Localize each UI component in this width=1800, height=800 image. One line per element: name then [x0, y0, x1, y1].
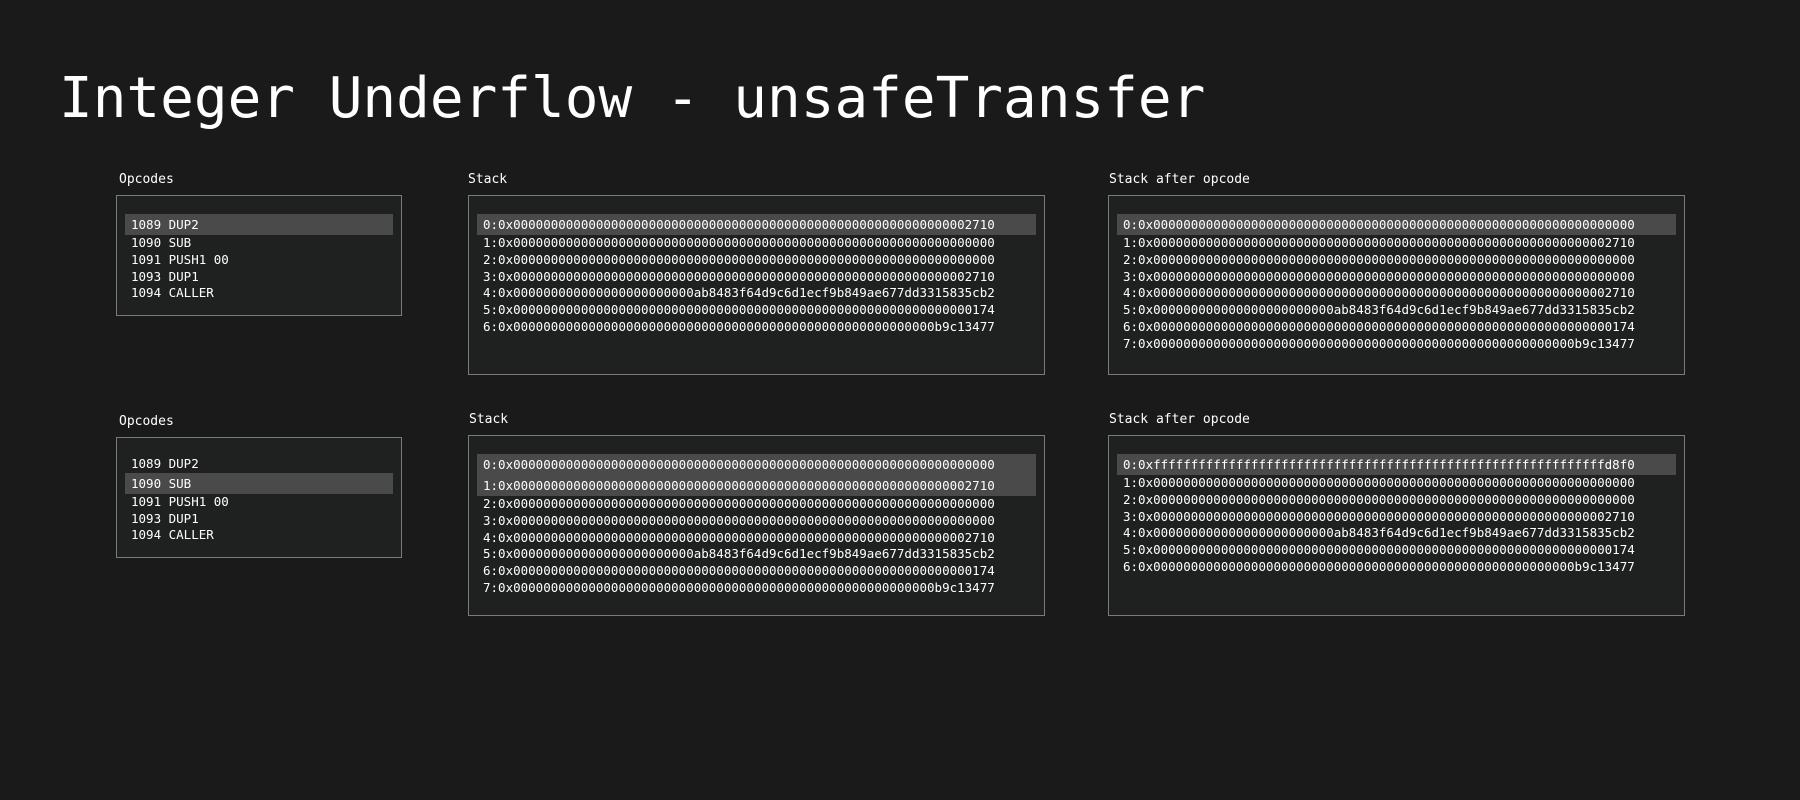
stack-after-panel[interactable]: 0:0x000000000000000000000000000000000000… — [1108, 195, 1685, 375]
stack-item[interactable]: 5:0x000000000000000000000000ab8483f64d9c… — [1117, 302, 1676, 319]
stack-panel[interactable]: 0:0x000000000000000000000000000000000000… — [468, 435, 1045, 616]
opcode-item[interactable]: 1090 SUB — [125, 472, 393, 494]
stack-item[interactable]: 2:0x000000000000000000000000000000000000… — [477, 496, 1036, 513]
opcode-item[interactable]: 1094 CALLER — [125, 285, 393, 302]
opcode-list: 1089 DUP2 1090 SUB 1091 PUSH1 00 1093 DUP1 1… — [125, 214, 393, 302]
stack-item[interactable]: 7:0x000000000000000000000000000000000000… — [477, 580, 1036, 597]
stack-item[interactable]: 3:0x000000000000000000000000000000000000… — [1117, 269, 1676, 286]
opcode-item[interactable]: 1093 DUP1 — [125, 269, 393, 286]
stack-item[interactable]: 2:0x000000000000000000000000000000000000… — [1117, 492, 1676, 509]
stack-list: 0:0x000000000000000000000000000000000000… — [477, 214, 1036, 336]
stack-item[interactable]: 7:0x000000000000000000000000000000000000… — [1117, 336, 1676, 353]
stack-item[interactable]: 6:0x000000000000000000000000000000000000… — [1117, 559, 1676, 576]
opcodes-panel[interactable]: 1089 DUP2 1090 SUB 1091 PUSH1 00 1093 DUP1 1… — [116, 437, 402, 558]
stack-item[interactable]: 0:0x000000000000000000000000000000000000… — [477, 454, 1036, 475]
stack-item[interactable]: 2:0x000000000000000000000000000000000000… — [1117, 252, 1676, 269]
stack-item[interactable]: 0:0xffffffffffffffffffffffffffffffffffff… — [1117, 454, 1676, 475]
stack-item[interactable]: 4:0x000000000000000000000000000000000000… — [477, 530, 1036, 547]
opcode-item[interactable]: 1091 PUSH1 00 — [125, 494, 393, 511]
stack-item[interactable]: 5:0x000000000000000000000000000000000000… — [1117, 542, 1676, 559]
stack-label: Stack — [468, 172, 508, 187]
opcodes-panel[interactable]: 1089 DUP2 1090 SUB 1091 PUSH1 00 1093 DUP1 1… — [116, 195, 402, 316]
stack-item[interactable]: 4:0x000000000000000000000000000000000000… — [1117, 285, 1676, 302]
opcode-item[interactable]: 1091 PUSH1 00 — [125, 252, 393, 269]
stack-item[interactable]: 4:0x000000000000000000000000ab8483f64d9c… — [477, 285, 1036, 302]
stack-item[interactable]: 2:0x000000000000000000000000000000000000… — [477, 252, 1036, 269]
stack-item[interactable]: 1:0x000000000000000000000000000000000000… — [1117, 475, 1676, 492]
stack-item[interactable]: 3:0x000000000000000000000000000000000000… — [477, 513, 1036, 530]
stack-list: 0:0x000000000000000000000000000000000000… — [477, 454, 1036, 597]
stack-after-label: Stack after opcode — [1109, 412, 1250, 427]
stack-panel[interactable]: 0:0x000000000000000000000000000000000000… — [468, 195, 1045, 375]
stack-item[interactable]: 4:0x000000000000000000000000ab8483f64d9c… — [1117, 525, 1676, 542]
stack-list: 0:0xffffffffffffffffffffffffffffffffffff… — [1117, 454, 1676, 576]
stack-list: 0:0x000000000000000000000000000000000000… — [1117, 214, 1676, 353]
opcode-item[interactable]: 1094 CALLER — [125, 527, 393, 544]
stack-item[interactable]: 1:0x000000000000000000000000000000000000… — [477, 475, 1036, 496]
stack-item[interactable]: 5:0x000000000000000000000000ab8483f64d9c… — [477, 546, 1036, 563]
stack-item[interactable]: 6:0x000000000000000000000000000000000000… — [477, 563, 1036, 580]
stack-after-label: Stack after opcode — [1109, 172, 1250, 187]
stack-item[interactable]: 3:0x000000000000000000000000000000000000… — [477, 269, 1036, 286]
opcode-item[interactable]: 1090 SUB — [125, 235, 393, 252]
stack-item[interactable]: 6:0x000000000000000000000000000000000000… — [477, 319, 1036, 336]
opcodes-label: Opcodes — [119, 172, 174, 187]
stack-item[interactable]: 1:0x000000000000000000000000000000000000… — [1117, 235, 1676, 252]
opcodes-label: Opcodes — [119, 414, 174, 429]
stack-after-panel[interactable]: 0:0xffffffffffffffffffffffffffffffffffff… — [1108, 435, 1685, 616]
opcode-item[interactable]: 1093 DUP1 — [125, 511, 393, 528]
stack-label: Stack — [469, 412, 509, 427]
stack-item[interactable]: 3:0x000000000000000000000000000000000000… — [1117, 509, 1676, 526]
stack-item[interactable]: 0:0x000000000000000000000000000000000000… — [1117, 214, 1676, 235]
opcode-item[interactable]: 1089 DUP2 — [125, 214, 393, 235]
stack-item[interactable]: 5:0x000000000000000000000000000000000000… — [477, 302, 1036, 319]
stack-item[interactable]: 6:0x000000000000000000000000000000000000… — [1117, 319, 1676, 336]
stack-item[interactable]: 1:0x000000000000000000000000000000000000… — [477, 235, 1036, 252]
opcode-list: 1089 DUP2 1090 SUB 1091 PUSH1 00 1093 DUP1 1… — [125, 456, 393, 544]
page-title: Integer Underflow - unsafeTransfer — [59, 66, 1206, 131]
opcode-item[interactable]: 1089 DUP2 — [125, 456, 393, 473]
stack-item[interactable]: 0:0x000000000000000000000000000000000000… — [477, 214, 1036, 235]
